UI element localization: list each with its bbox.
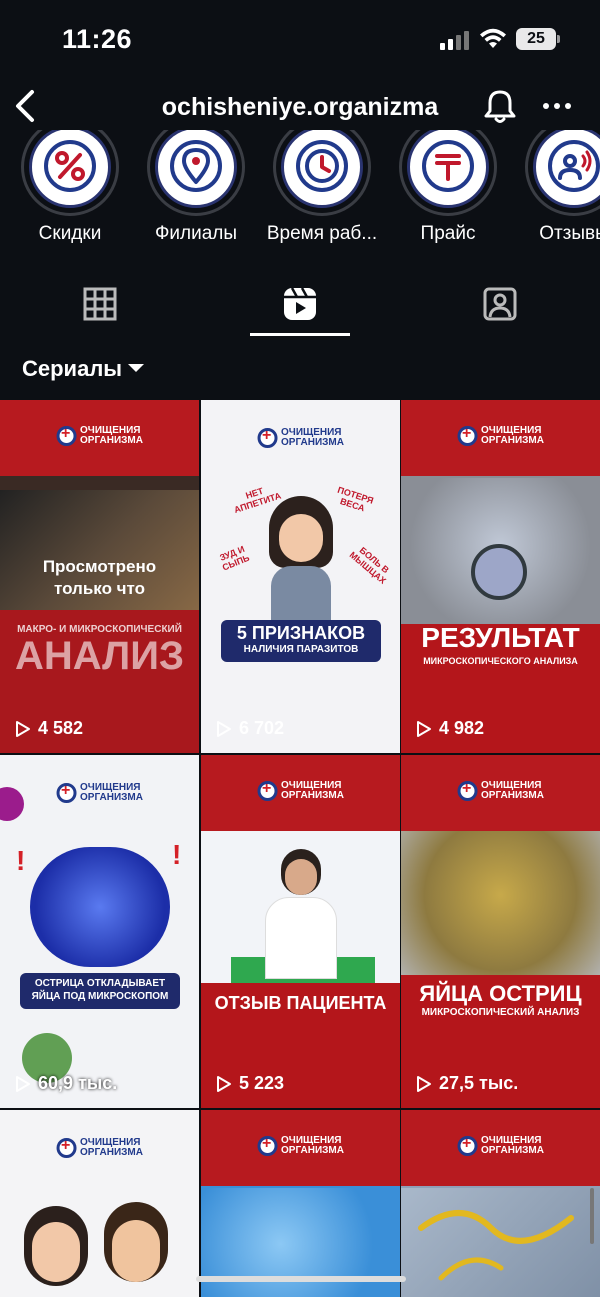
status-bar: 11:26 25 — [0, 0, 600, 80]
tagged-person-icon — [483, 287, 517, 321]
reel-title-pill: 5 ПРИЗНАКОВ НАЛИЧИЯ ПАРАЗИТОВ — [221, 620, 381, 662]
illustrated-girl-image — [263, 496, 339, 620]
reel-caption-big: ОТЗЫВ ПАЦИЕНТА — [214, 993, 387, 1013]
reel-tile[interactable]: ОЧИЩЕНИЯОРГАНИЗМА НЕТ АППЕТИТА ПОТЕРЯ ВЕ… — [201, 400, 400, 753]
view-count: 60,9 тыс. — [14, 1073, 117, 1094]
reels-icon — [284, 287, 316, 320]
location-pin-icon — [170, 140, 222, 192]
brand-logo: ОЧИЩЕНИЯОРГАНИЗМА — [257, 427, 344, 448]
highlight-label: Скидки — [38, 223, 102, 244]
microscope-image — [30, 847, 170, 967]
cellular-signal-icon — [440, 30, 470, 50]
reel-overlay-text: Просмотрено только что — [42, 557, 157, 598]
brand-logo: ОЧИЩЕНИЯОРГАНИЗМА — [457, 425, 544, 446]
view-count: 27,5 тыс. — [415, 1073, 518, 1094]
pinworm-eggs-image — [401, 831, 600, 991]
highlight-label: Филиалы — [154, 223, 238, 244]
profile-header: ochisheniye.organizma — [0, 80, 600, 136]
reels-grid: ОЧИЩЕНИЯОРГАНИЗМА Просмотрено только что… — [0, 400, 600, 1297]
highlight-prices[interactable]: Прайс — [378, 130, 498, 250]
brand-logo: ОЧИЩЕНИЯОРГАНИЗМА — [457, 780, 544, 801]
symptom-tag: ЗУД И СЫПЬ — [218, 543, 251, 573]
brand-logo: ОЧИЩЕНИЯОРГАНИЗМА — [457, 1135, 544, 1156]
reel-caption-big: РЕЗУЛЬТАТ — [421, 622, 580, 653]
tab-tagged[interactable] — [400, 272, 600, 336]
tenge-icon — [422, 140, 474, 192]
percent-icon — [44, 140, 96, 192]
play-icon — [217, 720, 231, 737]
reel-caption-small: МИКРОСКОПИЧЕСКОГО АНАЛИЗА — [423, 656, 578, 666]
more-options-icon[interactable] — [540, 92, 574, 120]
reel-tile[interactable]: ОЧИЩЕНИЯОРГАНИЗМА РЕЗУЛЬТАТ МИКРОСКОПИЧЕ… — [401, 400, 600, 753]
microscope-egg-image — [471, 544, 527, 600]
play-icon — [417, 720, 431, 737]
view-count: 5 223 — [215, 1073, 284, 1094]
highlight-branches[interactable]: Филиалы — [126, 130, 246, 250]
filter-label: Сериалы — [22, 356, 123, 381]
reel-caption-small: МИКРОСКОПИЧЕСКИЙ АНАЛИЗ — [421, 1007, 580, 1018]
reel-tile[interactable]: ОЧИЩЕНИЯОРГАНИЗМА ЯЙЦА ОСТРИЦ МИКРОСКОПИ… — [401, 755, 600, 1108]
series-filter-dropdown[interactable]: Сериалы — [22, 356, 145, 382]
caret-down-icon — [128, 364, 145, 373]
brand-logo: ОЧИЩЕНИЯОРГАНИЗМА — [56, 782, 143, 803]
reel-tile[interactable]: ОЧИЩЕНИЯОРГАНИЗМА Просмотрено только что… — [0, 400, 199, 753]
brand-logo: ОЧИЩЕНИЯОРГАНИЗМА — [56, 425, 143, 446]
status-time: 11:26 — [62, 24, 133, 54]
highlight-label: Отзывы — [539, 223, 600, 244]
clock-icon — [296, 140, 348, 192]
brand-logo: ОЧИЩЕНИЯОРГАНИЗМА — [257, 780, 344, 801]
reel-title-pill: ОСТРИЦА ОТКЛАДЫВАЕТ ЯЙЦА ПОД МИКРОСКОПОМ — [20, 973, 180, 1009]
highlight-hours[interactable]: Время раб... — [252, 130, 377, 250]
play-icon — [417, 1075, 431, 1092]
worms-microscope-image — [401, 1188, 600, 1297]
bell-icon[interactable] — [482, 86, 518, 126]
play-icon — [16, 720, 30, 737]
reel-caption-big: ЯЙЦА ОСТРИЦ — [419, 981, 582, 1006]
highlight-label: Прайс — [420, 223, 476, 244]
play-icon — [16, 1075, 30, 1092]
grid-icon — [83, 287, 117, 321]
brand-logo: ОЧИЩЕНИЯОРГАНИЗМА — [257, 1135, 344, 1156]
reel-tile[interactable]: ОЧИЩЕНИЯОРГАНИЗМА — [0, 1110, 199, 1297]
patient-photo — [263, 849, 339, 979]
highlight-reviews[interactable]: Отзывы — [504, 130, 600, 250]
brand-logo: ОЧИЩЕНИЯОРГАНИЗМА — [56, 1137, 143, 1158]
reel-tile[interactable]: ОЧИЩЕНИЯОРГАНИЗМА ! ! ОСТРИЦА ОТКЛАДЫВАЕ… — [0, 755, 199, 1108]
wifi-icon — [480, 28, 506, 48]
reel-tile[interactable]: ОЧИЩЕНИЯОРГАНИЗМА — [201, 1110, 400, 1297]
story-highlights: Скидки Филиалы Время раб... Прайс Отзыв — [0, 130, 600, 250]
view-count: 4 582 — [14, 718, 83, 739]
reel-tile[interactable]: ОЧИЩЕНИЯОРГАНИЗМА — [401, 1110, 600, 1297]
person-speaking-icon — [548, 140, 600, 192]
play-icon — [217, 1075, 231, 1092]
scrollbar[interactable] — [590, 1188, 594, 1244]
virus-image — [0, 787, 24, 821]
view-count: 6 702 — [215, 718, 284, 739]
symptom-tag: БОЛЬ В МЫШЦАХ — [347, 545, 391, 586]
home-indicator[interactable] — [196, 1276, 406, 1282]
highlight-discounts[interactable]: Скидки — [0, 130, 120, 250]
battery-indicator: 25 — [516, 28, 560, 50]
reel-caption-big: АНАЛИЗ — [14, 634, 185, 678]
highlight-label: Время раб... — [266, 223, 378, 244]
reel-tile[interactable]: ОЧИЩЕНИЯОРГАНИЗМА ОТЗЫВ ПАЦИЕНТА 5 223 — [201, 755, 400, 1108]
tab-grid[interactable] — [0, 272, 200, 336]
active-tab-indicator — [250, 333, 350, 336]
view-count: 4 982 — [415, 718, 484, 739]
tab-reels[interactable] — [200, 272, 400, 336]
profile-tabs — [0, 272, 600, 338]
